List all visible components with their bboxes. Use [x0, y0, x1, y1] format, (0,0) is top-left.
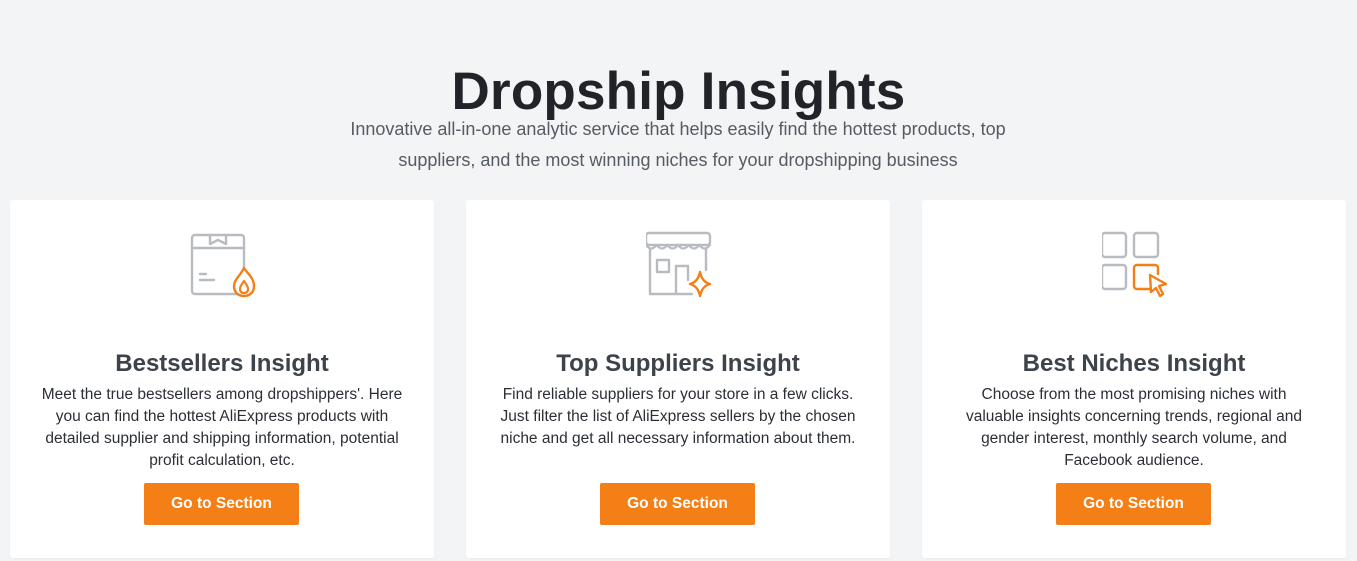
grid-cursor-icon: [1100, 230, 1172, 300]
storefront-sparkle-icon: [644, 230, 716, 300]
go-to-section-button[interactable]: Go to Section: [1056, 483, 1211, 525]
card-title: Top Suppliers Insight: [556, 349, 800, 377]
card-description: Choose from the most promising niches wi…: [965, 385, 1303, 469]
box-flame-icon: [190, 230, 260, 300]
go-to-section-button[interactable]: Go to Section: [144, 483, 299, 525]
go-to-section-button[interactable]: Go to Section: [600, 483, 755, 525]
card-description: Meet the true bestsellers among dropship…: [41, 385, 403, 469]
card-title: Bestsellers Insight: [115, 349, 329, 377]
bestsellers-card: Bestsellers Insight Meet the true bestse…: [10, 200, 434, 558]
best-niches-card: Best Niches Insight Choose from the most…: [922, 200, 1346, 558]
top-suppliers-card: Top Suppliers Insight Find reliable supp…: [466, 200, 890, 558]
card-title: Best Niches Insight: [1022, 349, 1246, 377]
page-subtitle: Innovative all-in-one analytic service t…: [350, 119, 1006, 170]
card-description: Find reliable suppliers for your store i…: [500, 385, 856, 447]
